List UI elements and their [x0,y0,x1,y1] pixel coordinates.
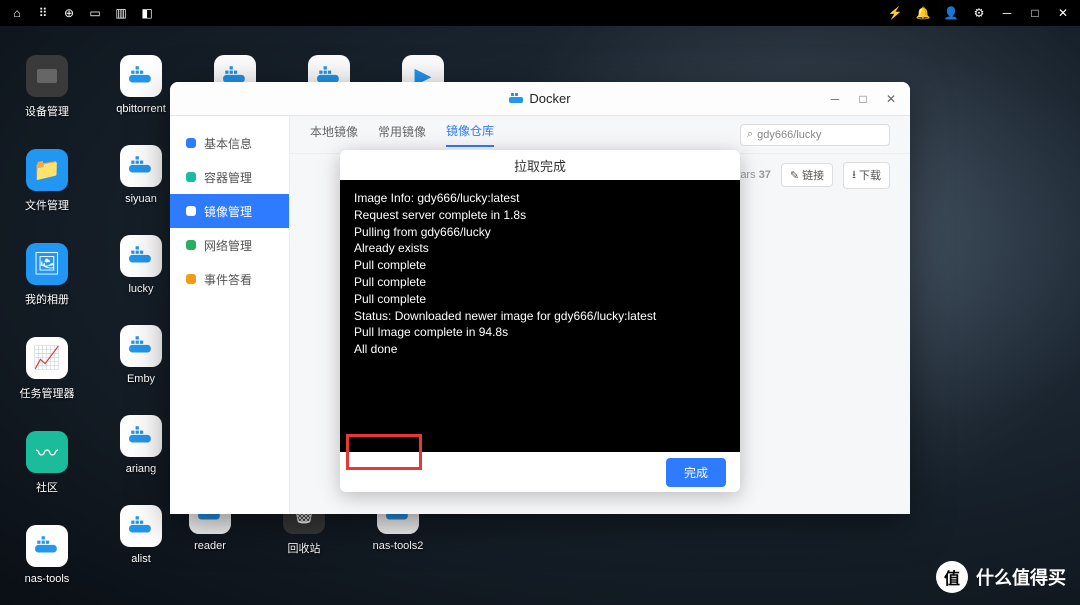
sidebar-item-label: 镜像管理 [204,203,252,220]
terminal-line: Image Info: gdy666/lucky:latest [354,190,726,207]
terminal-line: Pulling from gdy666/lucky [354,224,726,241]
icon-label: 文件管理 [25,197,69,213]
tabs-row: 本地镜像常用镜像镜像仓库 ⌕ gdy666/lucky [290,116,910,154]
icon-label: 社区 [36,479,58,495]
desktop-icon-设备管理[interactable]: 设备管理 [15,55,79,119]
desktop-icon-Emby[interactable]: Emby [109,325,173,385]
sidebar-item-label: 网络管理 [204,237,252,254]
grid-icon[interactable]: ⠿ [36,6,50,20]
sidebar-dot-icon [186,206,196,216]
gear-icon[interactable]: ⚙ [972,6,986,20]
window-maximize-button[interactable]: □ [850,87,876,111]
sidebar-item-label: 事件答看 [204,271,252,288]
bolt-icon[interactable]: ⚡ [888,6,902,20]
tv-icon[interactable]: ▭ [88,6,102,20]
terminal-line: Request server complete in 1.8s [354,207,726,224]
done-button[interactable]: 完成 [666,458,726,487]
icon-label: ariang [126,463,157,475]
tab-镜像仓库[interactable]: 镜像仓库 [446,122,494,147]
watermark-text: 什么值得买 [976,564,1066,590]
globe-icon[interactable]: ⊕ [62,6,76,20]
sidebar-item-镜像管理[interactable]: 镜像管理 [170,194,289,228]
user-icon[interactable]: 👤 [944,6,958,20]
sidebar-item-事件答看[interactable]: 事件答看 [170,262,289,296]
terminal-line: Already exists [354,240,726,257]
sidebar: 基本信息容器管理镜像管理网络管理事件答看 [170,116,290,514]
sidebar-item-网络管理[interactable]: 网络管理 [170,228,289,262]
terminal-line: Status: Downloaded newer image for gdy66… [354,308,726,325]
icon-label: 任务管理器 [20,385,75,401]
link-button[interactable]: ✎链接 [781,163,833,187]
sidebar-item-基本信息[interactable]: 基本信息 [170,126,289,160]
titlebar[interactable]: Docker ─ □ ✕ [170,82,910,116]
menu-icon[interactable]: ⌂ [10,6,24,20]
icon-label: siyuan [125,193,157,205]
window-minimize-button[interactable]: ─ [822,87,848,111]
desktop-icon-lucky[interactable]: lucky [109,235,173,295]
sidebar-item-label: 基本信息 [204,135,252,152]
terminal-line: Pull complete [354,257,726,274]
search-value: gdy666/lucky [757,129,821,141]
desktop-icon-qbittorrent[interactable]: qbittorrent [109,55,173,115]
stars-count: 37 [759,169,771,181]
desktop-icon-alist[interactable]: alist [109,505,173,565]
desktop-icon-siyuan[interactable]: siyuan [109,145,173,205]
icon-label: qbittorrent [116,103,166,115]
desktop-icon-社区[interactable]: 〰社区 [15,431,79,495]
icon-label: Emby [127,373,155,385]
desktop-icon-文件管理[interactable]: 📁文件管理 [15,149,79,213]
sidebar-item-容器管理[interactable]: 容器管理 [170,160,289,194]
icon-label: 设备管理 [25,103,69,119]
search-input[interactable]: ⌕ gdy666/lucky [740,124,890,146]
desktop-icon-任务管理器[interactable]: 📈任务管理器 [15,337,79,401]
tab-常用镜像[interactable]: 常用镜像 [378,123,426,146]
terminal-line: Pull complete [354,274,726,291]
terminal-line: Pull complete [354,291,726,308]
icon-label: nas-tools [25,573,70,585]
window-close-button[interactable]: ✕ [878,87,904,111]
folder-icon[interactable]: ▥ [114,6,128,20]
icon-label: reader [194,540,226,552]
terminal-output: Image Info: gdy666/lucky:latestRequest s… [340,180,740,452]
app-icon[interactable]: ◧ [140,6,154,20]
docker-logo-icon [509,93,523,105]
window-title: Docker [529,91,570,106]
sidebar-dot-icon [186,172,196,182]
icon-label: lucky [128,283,153,295]
icon-label: 回收站 [288,540,321,556]
watermark-badge: 值 [936,561,968,593]
close-icon[interactable]: ✕ [1056,6,1070,20]
modal-title: 拉取完成 [340,150,740,180]
icon-label: nas-tools2 [373,540,424,552]
terminal-line: All done [354,341,726,358]
sidebar-dot-icon [186,138,196,148]
terminal-line: Pull Image complete in 94.8s [354,324,726,341]
desktop-icon-我的相册[interactable]: 🖼我的相册 [15,243,79,307]
sidebar-item-label: 容器管理 [204,169,252,186]
download-button[interactable]: ⭳下载 [843,162,890,189]
sidebar-dot-icon [186,240,196,250]
pull-complete-modal: 拉取完成 Image Info: gdy666/lucky:latestRequ… [340,150,740,492]
sidebar-dot-icon [186,274,196,284]
desktop-icon-ariang[interactable]: ariang [109,415,173,475]
icon-label: 我的相册 [25,291,69,307]
min-icon[interactable]: ─ [1000,6,1014,20]
max-icon[interactable]: □ [1028,6,1042,20]
bell-icon[interactable]: 🔔 [916,6,930,20]
desktop-icon-nas-tools[interactable]: nas-tools [15,525,79,585]
tab-本地镜像[interactable]: 本地镜像 [310,123,358,146]
watermark: 值 什么值得买 [936,561,1066,593]
taskbar: ⌂ ⠿ ⊕ ▭ ▥ ◧ ⚡ 🔔 👤 ⚙ ─ □ ✕ [0,0,1080,26]
search-icon: ⌕ [747,128,753,141]
icon-label: alist [131,553,151,565]
